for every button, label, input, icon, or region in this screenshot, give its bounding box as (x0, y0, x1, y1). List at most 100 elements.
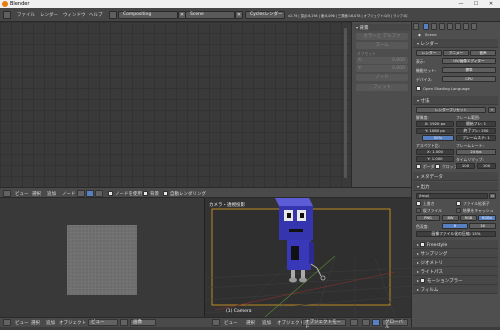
vp-menu-view[interactable]: ビュー (224, 320, 238, 326)
motion-blur-panel-header[interactable]: ▸ モーションブラー (413, 276, 498, 285)
scene-remove-button[interactable]: ✕ (235, 11, 243, 19)
data-tab-icon[interactable] (471, 23, 477, 30)
device-select[interactable]: CPU (442, 76, 496, 82)
3d-viewport[interactable]: カメラ・透視投影 (1) Camera (204, 198, 411, 317)
object-tab-icon[interactable] (455, 23, 461, 30)
shading-icon[interactable] (350, 319, 358, 326)
geometry-panel-header[interactable]: ▸ ジオメトリ (413, 258, 498, 267)
menu-help[interactable]: ヘルプ (89, 12, 103, 18)
frame-step-field[interactable]: フレームステ: 1 (456, 135, 496, 141)
scene-tab-icon[interactable] (439, 23, 445, 30)
frame-end-field[interactable]: 終了フレ: 250 (456, 128, 496, 134)
img-menu-view[interactable]: ビュー (15, 320, 29, 326)
sampling-panel-header[interactable]: ▸ サンプリング (413, 249, 498, 258)
render-preset-select[interactable]: レンダープリセット (416, 107, 486, 113)
menu-view[interactable]: ビュー (15, 191, 29, 197)
constraints-tab-icon[interactable] (463, 23, 469, 30)
menu-select[interactable]: 選択 (32, 191, 41, 197)
motion-blur-checkbox[interactable] (420, 278, 426, 283)
screen-layout-field[interactable]: Compositing (118, 11, 178, 19)
image-menu-button[interactable]: 画像 (130, 319, 156, 326)
preset-add-button[interactable]: + (488, 107, 496, 113)
freestyle-panel-header[interactable]: ▸ Freestyle (413, 240, 498, 249)
minimize-button[interactable]: — (454, 0, 468, 8)
menu-render[interactable]: レンダー (40, 12, 58, 18)
vp-menu-select[interactable]: 選択 (246, 320, 255, 326)
menu-node[interactable]: ノード (62, 191, 76, 197)
render-button[interactable]: レンダー (416, 50, 442, 56)
remap-old-field[interactable]: 100 (456, 163, 475, 169)
resolution-y-field[interactable]: Y: 1080 px (416, 128, 454, 134)
aspect-x-field[interactable]: X: 1.000 (416, 149, 454, 155)
node-editor-scrollbar[interactable] (344, 28, 347, 178)
vp-menu-object[interactable]: オブジェクト (277, 320, 304, 326)
texture-nodes-icon[interactable] (95, 190, 103, 197)
offset-x-field[interactable]: X: 0.000 (356, 57, 408, 64)
fps-select[interactable]: 24 fps (456, 149, 496, 155)
backdrop-panel-header[interactable]: ▾ 背景 (354, 24, 410, 31)
audio-button[interactable]: 音声 (470, 50, 496, 56)
depth-16-button[interactable]: 16 (469, 223, 496, 229)
pivot-icon[interactable] (362, 319, 370, 326)
depth-8-button[interactable]: 8 (442, 223, 468, 229)
render-panel-header[interactable]: ▾ レンダー (413, 39, 498, 48)
world-tab-icon[interactable] (447, 23, 453, 30)
editor-type-icon[interactable] (413, 23, 419, 30)
cache-result-checkbox[interactable] (456, 208, 461, 213)
screen-layout-icon[interactable] (109, 11, 117, 19)
menu-add[interactable]: 追加 (47, 191, 56, 197)
transform-orientation-select[interactable]: グローバル (382, 319, 408, 330)
light-paths-panel-header[interactable]: ▸ ライトパス (413, 267, 498, 276)
shader-nodes-icon[interactable] (77, 190, 85, 197)
menu-window[interactable]: ウィンドウ (63, 12, 86, 18)
overwrite-checkbox[interactable] (416, 201, 421, 206)
compositing-nodes-icon[interactable] (86, 190, 94, 197)
compression-field[interactable]: 画像ファイル化の圧縮: 15% (416, 231, 496, 237)
img-menu-select[interactable]: 選択 (31, 320, 40, 326)
feature-set-select[interactable]: 標準 (442, 67, 496, 73)
display-select[interactable]: UV/画像エディター (442, 58, 496, 64)
editor-type-icon[interactable] (3, 190, 11, 197)
menu-file[interactable]: ファイル (17, 12, 35, 18)
node-editor-canvas[interactable] (0, 22, 351, 187)
zoom-field[interactable]: ズーム (356, 42, 408, 49)
border-checkbox[interactable] (416, 164, 421, 169)
offset-y-field[interactable]: Y: 0.000 (356, 65, 408, 72)
viewport-editor-type-icon[interactable] (212, 319, 220, 326)
color-alpha-button[interactable]: カラーと アルファ (356, 33, 408, 40)
resolution-x-field[interactable]: X: 1920 px (416, 121, 454, 127)
editor-type-icon[interactable] (3, 11, 11, 19)
backdrop-checkbox[interactable] (143, 191, 148, 196)
resolution-percent-field[interactable]: 50% (422, 135, 454, 141)
render-tab-icon[interactable] (423, 23, 429, 30)
vp-menu-add[interactable]: 追加 (262, 320, 271, 326)
remap-new-field[interactable]: 100 (477, 163, 496, 169)
use-nodes-checkbox[interactable] (108, 191, 113, 196)
editor-type-icon[interactable] (3, 319, 11, 326)
img-menu-object[interactable]: オブジェクト (59, 320, 86, 326)
mode-select[interactable]: オブジェクトモード (302, 319, 346, 330)
color-rgba-button[interactable]: RGBA (478, 215, 496, 221)
dimensions-panel-header[interactable]: ▾ 寸法 (413, 96, 498, 105)
image-view-select[interactable]: ビュー (88, 319, 118, 326)
maximize-button[interactable]: ☐ (469, 0, 483, 8)
color-rgb-button[interactable]: RGB (460, 215, 477, 221)
img-menu-add[interactable]: 追加 (46, 320, 55, 326)
image-browse-icon[interactable] (120, 319, 128, 326)
crop-checkbox[interactable] (435, 164, 440, 169)
film-panel-header[interactable]: ▸ フィルム (413, 285, 498, 294)
folder-icon[interactable]: ▭ (489, 193, 496, 199)
scene-field[interactable]: Scene (185, 11, 235, 19)
metadata-panel-header[interactable]: ▸ メタデータ (413, 172, 498, 181)
fit-button[interactable]: フィット (356, 84, 408, 91)
color-bw-button[interactable]: BW (442, 215, 459, 221)
osl-checkbox[interactable] (416, 86, 421, 91)
output-path-field[interactable]: /tmp\ (416, 193, 488, 199)
frame-start-field[interactable]: 開始フレ: 1 (456, 121, 496, 127)
layers-tab-icon[interactable] (431, 23, 437, 30)
close-button[interactable]: ✕ (484, 0, 498, 8)
aspect-y-field[interactable]: Y: 1.000 (416, 156, 454, 162)
manipulator-icon[interactable] (372, 319, 380, 326)
animation-button[interactable]: アニメー (443, 50, 469, 56)
image-checker-canvas[interactable] (67, 225, 137, 295)
